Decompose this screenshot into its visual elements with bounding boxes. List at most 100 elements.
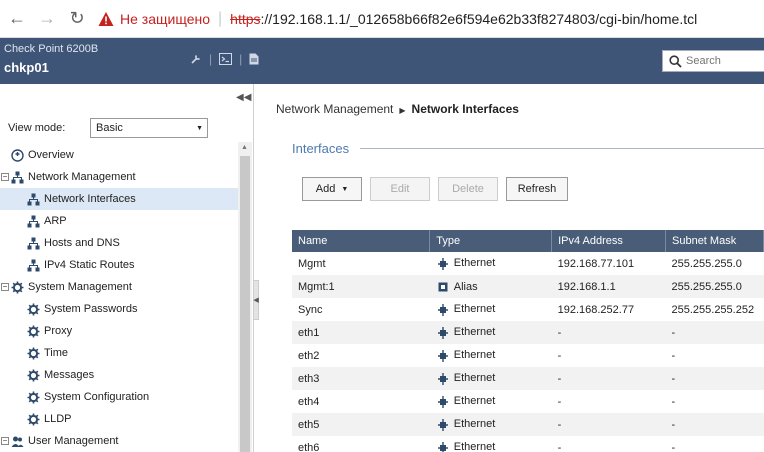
sidebar-item-ipv4-static-routes[interactable]: IPv4 Static Routes — [0, 254, 238, 276]
column-header-mask[interactable]: Subnet Mask — [665, 230, 764, 252]
sidebar-item-system-passwords[interactable]: System Passwords — [0, 298, 238, 320]
scrollbar-thumb[interactable] — [240, 156, 250, 452]
cell-ipv4: - — [551, 413, 666, 436]
terminal-icon[interactable] — [219, 53, 233, 65]
ethernet-icon — [437, 372, 448, 385]
expand-collapse-icon[interactable]: − — [1, 437, 9, 445]
toolbar: Add ▼ Edit Delete Refresh — [302, 177, 576, 201]
address-bar[interactable]: Не защищено | https://192.168.1.1/_01265… — [98, 10, 697, 28]
expand-collapse-icon[interactable]: − — [1, 173, 9, 181]
type-label: Ethernet — [453, 418, 496, 431]
cell-name: Mgmt:1 — [292, 275, 430, 298]
view-mode-select[interactable]: Basic ▼ — [90, 118, 208, 138]
column-header-ipv4[interactable]: IPv4 Address — [551, 230, 666, 252]
table-row[interactable]: eth1 Ethernet - - — [292, 321, 764, 344]
table-row[interactable]: Sync Ethernet 192.168.252.77 255.255.255.25… — [292, 298, 764, 321]
cell-mask: - — [665, 321, 764, 344]
sidebar-item-label: Proxy — [44, 325, 73, 337]
sidebar-item-hosts-and-dns[interactable]: Hosts and DNS — [0, 232, 238, 254]
cell-name: eth3 — [292, 367, 430, 390]
cell-type: Ethernet — [430, 298, 552, 321]
network-icon — [26, 192, 40, 206]
chevron-down-icon: ▼ — [341, 185, 349, 193]
cell-mask: - — [665, 413, 764, 436]
breadcrumb: Network Management ▶ Network Interfaces — [276, 102, 519, 116]
navigation-tree: Overview − Network Management Network Inter… — [0, 144, 238, 452]
table-row[interactable]: eth4 Ethernet - - — [292, 390, 764, 413]
cell-ipv4: - — [557, 349, 562, 362]
breadcrumb-arrow-icon: ▶ — [399, 106, 406, 115]
cell-name: Mgmt — [298, 257, 326, 270]
network-icon — [26, 236, 40, 250]
back-button[interactable]: ← — [2, 4, 32, 34]
scroll-up-icon[interactable]: ▲ — [241, 144, 248, 151]
expand-collapse-icon[interactable]: − — [1, 283, 9, 291]
breadcrumb-parent[interactable]: Network Management — [276, 102, 393, 116]
section-divider — [360, 148, 764, 149]
sidebar-item-system-management[interactable]: − System Management — [0, 276, 238, 298]
table-row[interactable]: eth5 Ethernet - - — [292, 413, 764, 436]
gear-icon — [26, 412, 40, 426]
table-row[interactable]: eth3 Ethernet - - — [292, 367, 764, 390]
delete-button[interactable]: Delete — [438, 177, 498, 201]
ethernet-icon — [437, 303, 448, 316]
sidebar-item-network-interfaces[interactable]: Network Interfaces — [0, 188, 238, 210]
url-separator: | — [218, 9, 223, 27]
sidebar-item-network-management[interactable]: − Network Management — [0, 166, 238, 188]
ethernet-icon — [437, 257, 448, 270]
sidebar-item-label: System Management — [28, 281, 132, 293]
splitter-collapse-icon[interactable]: ◀ — [253, 280, 259, 320]
reload-button[interactable]: ↻ — [62, 4, 92, 34]
sidebar-item-proxy[interactable]: Proxy — [0, 320, 238, 342]
refresh-button[interactable]: Refresh — [506, 177, 568, 201]
cell-ipv4: - — [557, 441, 562, 452]
search-box[interactable] — [662, 50, 764, 72]
column-header-name[interactable]: Name — [292, 230, 431, 252]
cell-type: Ethernet — [430, 252, 552, 275]
collapse-sidebar-icon[interactable]: ◀◀ — [236, 92, 251, 103]
sidebar-item-lldp[interactable]: LLDP — [0, 408, 238, 430]
breadcrumb-current: Network Interfaces — [411, 102, 519, 116]
table-row[interactable]: Mgmt:1 Alias 192.168.1.1 255.255.255.0 — [292, 275, 764, 298]
sidebar-item-label: System Passwords — [44, 303, 138, 315]
edit-button[interactable]: Edit — [370, 177, 430, 201]
sidebar-item-system-configuration[interactable]: System Configuration — [0, 386, 238, 408]
browser-bar: ← → ↻ Не защищено | https://192.168.1.1/… — [0, 0, 764, 38]
table-row[interactable]: Mgmt Ethernet 192.168.77.101 255.255.255.0 — [292, 252, 764, 275]
wrench-icon[interactable] — [190, 53, 202, 65]
section-title: Interfaces — [292, 141, 350, 156]
ethernet-icon — [437, 441, 448, 452]
view-mode: View mode: Basic ▼ — [8, 118, 208, 138]
sidebar-item-label: ARP — [44, 215, 67, 227]
sidebar-item-time[interactable]: Time — [0, 342, 238, 364]
cell-mask: 255.255.255.0 — [671, 257, 742, 270]
cell-ipv4: - — [551, 321, 666, 344]
cell-mask: - — [671, 441, 676, 452]
document-icon[interactable] — [249, 53, 259, 65]
cell-name: eth5 — [292, 413, 430, 436]
cell-name: eth4 — [298, 395, 320, 408]
add-button[interactable]: Add ▼ — [302, 177, 362, 201]
sidebar-item-overview[interactable]: Overview — [0, 144, 238, 166]
cell-mask: 255.255.255.0 — [665, 275, 764, 298]
sidebar: ◀◀ View mode: Basic ▼ Overview − Network M… — [0, 84, 254, 452]
sidebar-item-label: Hosts and DNS — [44, 237, 120, 249]
insecure-label: Не защищено — [120, 10, 210, 27]
cell-ipv4: 192.168.1.1 — [551, 275, 666, 298]
main-content: Network Management ▶ Network Interfaces In… — [260, 84, 764, 452]
table-row[interactable]: eth2 Ethernet - - — [292, 344, 764, 367]
cell-type: Ethernet — [429, 367, 552, 390]
column-header-type[interactable]: Type — [429, 230, 553, 252]
sidebar-item-messages[interactable]: Messages — [0, 364, 238, 386]
sidebar-item-arp[interactable]: ARP — [0, 210, 238, 232]
search-input[interactable] — [686, 55, 756, 67]
alias-icon — [438, 282, 448, 292]
sidebar-scrollbar[interactable]: ▲ — [238, 142, 252, 452]
forward-button[interactable]: → — [32, 4, 62, 34]
cell-mask: 255.255.255.252 — [671, 303, 755, 316]
gear-icon — [26, 368, 40, 382]
table-row[interactable]: eth6 Ethernet - - — [292, 436, 764, 452]
sidebar-item-user-management[interactable]: − User Management — [0, 430, 238, 452]
interfaces-table: Name Type IPv4 Address Subnet Mask Mgmt E… — [292, 230, 764, 452]
cell-name: Sync — [298, 303, 323, 316]
